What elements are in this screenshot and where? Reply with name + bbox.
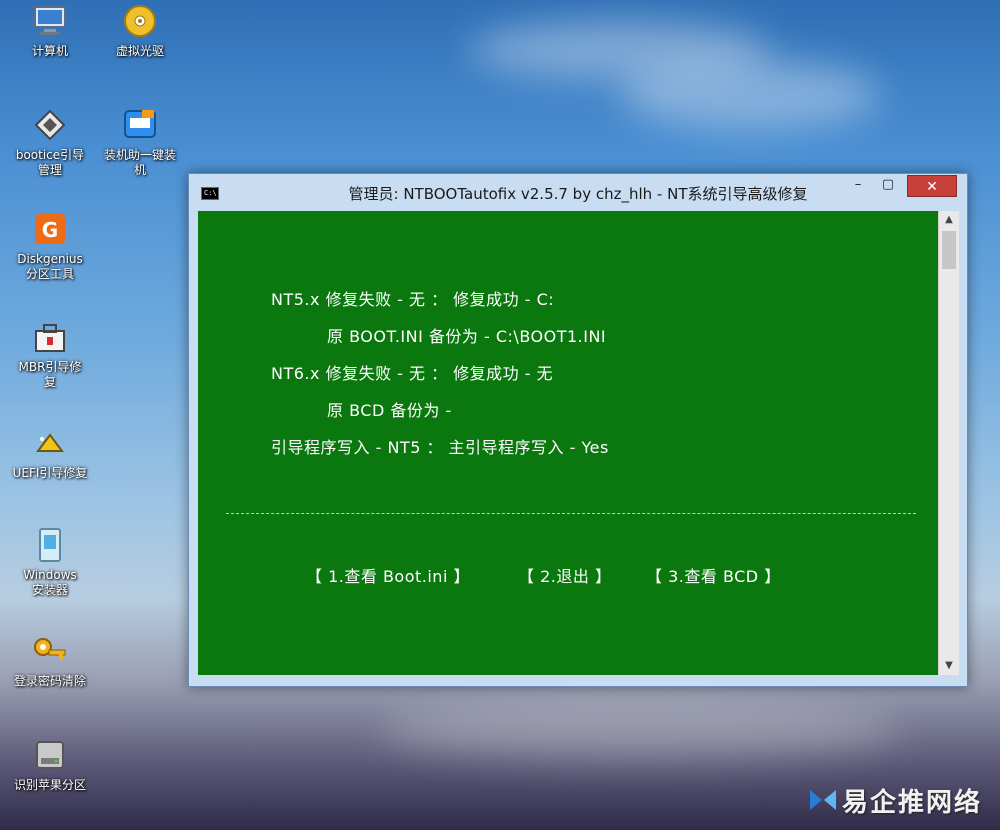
key-icon [31, 632, 69, 670]
close-button[interactable]: ✕ [907, 175, 957, 197]
diskgenius-icon: G [31, 210, 69, 248]
console-output[interactable]: NT5.x 修复失败 - 无 ： 修复成功 - C: 原 BOOT.INI 备份… [198, 211, 938, 675]
console-line-bootloader: 引导程序写入 - NT5 ： 主引导程序写入 - Yes [271, 438, 609, 457]
windows-installer-icon [31, 526, 69, 564]
minimize-button[interactable]: – [845, 176, 871, 196]
menu-option-view-bcd[interactable]: 【 3.查看 BCD 】 [646, 563, 781, 587]
desktop-icon-label: MBR引导修 复 [18, 360, 82, 389]
warning-icon [31, 424, 69, 462]
desktop-icon-label: 计算机 [31, 44, 68, 58]
desktop-icon-uefi-repair[interactable]: UEFI引导修复 [2, 424, 98, 481]
console-line-nt6: NT6.x 修复失败 - 无 ： 修复成功 - 无 [271, 364, 554, 383]
drive-icon [31, 736, 69, 774]
console-separator [226, 513, 916, 514]
desktop-icon-label: 虚拟光驱 [115, 44, 164, 58]
vertical-scrollbar[interactable]: ▲ ▼ [938, 211, 959, 675]
desktop-icon-label: 装机助一键装 机 [103, 148, 176, 177]
desktop-icon-label: bootice引导 管理 [15, 148, 85, 177]
computer-icon [31, 2, 69, 40]
disc-icon [121, 2, 159, 40]
console-line-bcd-backup: 原 BCD 备份为 - [327, 401, 452, 420]
desktop-icon-label: 登录密码清除 [13, 674, 86, 688]
watermark-logo-icon [810, 790, 836, 810]
installer-icon [121, 106, 159, 144]
desktop-icon-diskgenius[interactable]: G Diskgenius 分区工具 [2, 210, 98, 282]
desktop-icon-windows-installer[interactable]: Windows 安装器 [2, 526, 98, 598]
maximize-button[interactable]: ▢ [875, 176, 901, 196]
scroll-down-arrow-icon[interactable]: ▼ [939, 657, 959, 675]
watermark-text: 易企推网络 [842, 788, 983, 818]
console-line-bootini-backup: 原 BOOT.INI 备份为 - C:\BOOT1.INI [327, 327, 607, 346]
desktop-icon-bootice[interactable]: bootice引导 管理 [2, 106, 98, 178]
menu-option-view-bootini[interactable]: 【 1.查看 Boot.ini 】 [306, 563, 470, 587]
desktop-icon-label: 识别苹果分区 [13, 778, 86, 792]
scroll-up-arrow-icon[interactable]: ▲ [939, 211, 959, 229]
desktop-icon-computer[interactable]: 计算机 [2, 2, 98, 59]
desktop-icon-virtual-drive[interactable]: 虚拟光驱 [92, 2, 188, 59]
bootice-icon [31, 106, 69, 144]
toolbox-icon [31, 318, 69, 356]
desktop-icon-label: UEFI引导修复 [12, 466, 88, 480]
desktop-icon-label: Diskgenius 分区工具 [17, 252, 83, 281]
menu-option-exit[interactable]: 【 2.退出 】 [518, 563, 611, 587]
desktop-icon-mbr-repair[interactable]: MBR引导修 复 [2, 318, 98, 390]
scrollbar-thumb[interactable] [942, 231, 956, 269]
desktop-icon-apple-partition[interactable]: 识别苹果分区 [2, 736, 98, 793]
desktop-icon-installer-oneclick[interactable]: 装机助一键装 机 [92, 106, 188, 178]
console-window[interactable]: C:\ 管理员: NTBOOTautofix v2.5.7 by chz_hlh… [188, 173, 968, 687]
console-line-nt5: NT5.x 修复失败 - 无 ： 修复成功 - C: [271, 290, 555, 309]
desktop-icon-password-clear[interactable]: 登录密码清除 [2, 632, 98, 689]
svg-text:G: G [42, 218, 58, 242]
desktop-icon-label: Windows 安装器 [23, 568, 77, 597]
window-titlebar[interactable]: C:\ 管理员: NTBOOTautofix v2.5.7 by chz_hlh… [189, 174, 967, 208]
